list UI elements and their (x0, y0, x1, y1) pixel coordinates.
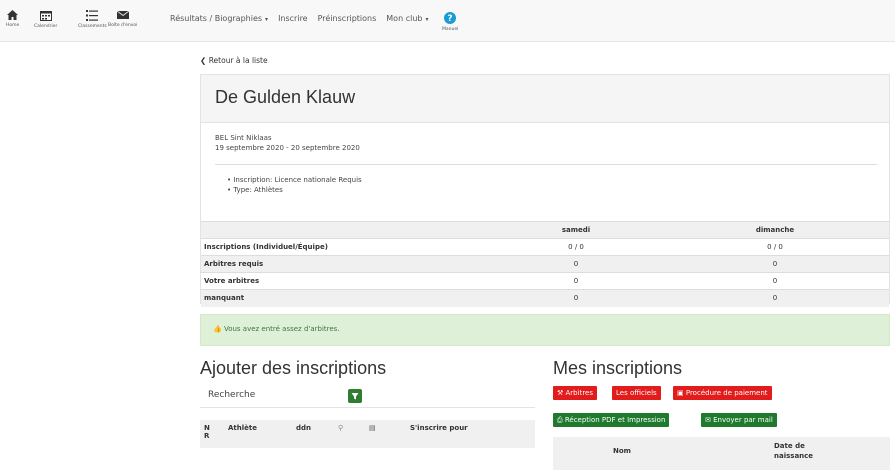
back-to-list-link[interactable]: ❮ Retour à la liste (200, 56, 268, 65)
competition-info: BEL Sint Niklaas 19 septembre 2020 - 20 … (215, 133, 360, 153)
cell-value: 0 (772, 260, 778, 268)
detail-item: • Type: Athlètes (227, 186, 283, 194)
column-header: N R (204, 424, 210, 440)
column-header: ddn (296, 424, 312, 432)
payment-procedure-button[interactable]: ▣ Procédure de paiement (673, 386, 772, 400)
divider (215, 164, 877, 165)
row-label: Votre arbitres (204, 277, 260, 285)
chevron-left-icon: ❮ (200, 56, 207, 65)
column-header: dimanche (755, 226, 795, 234)
caret-down-icon: ▾ (425, 16, 429, 23)
gender-icon: ⚲ (338, 424, 344, 432)
gavel-icon: ⚒ (557, 389, 564, 397)
envelope-icon: ✉ (705, 416, 711, 424)
detail-item: • Inscription: Licence nationale Requis (227, 176, 362, 184)
table-row: Arbitres requis 0 0 (201, 255, 889, 273)
help-icon: ? (444, 12, 457, 24)
cell-value: 0 (772, 277, 778, 285)
registrations-table-header: N R Athlète ddn ⚲ ▤ S'inscrire pour (200, 420, 535, 448)
my-registrations-title: Mes inscriptions (553, 358, 683, 378)
referees-button[interactable]: ⚒ Arbitres (553, 386, 597, 400)
send-mail-button[interactable]: ✉ Envoyer par mail (701, 413, 777, 427)
top-navbar: Home Calendrier Classements Boîte d'envo… (0, 0, 895, 42)
menu-register[interactable]: Inscrire (278, 14, 308, 23)
column-header: S'inscrire pour (410, 424, 468, 432)
pdf-print-button[interactable]: ⎙ Réception PDF et Impression (553, 413, 670, 427)
success-alert: 👍 Vous avez entré assez d'arbitres. (200, 314, 890, 346)
competition-details: • Inscription: Licence nationale Requis … (227, 175, 362, 195)
print-icon: ⎙ (557, 416, 563, 424)
cell-value: 0 (573, 294, 579, 303)
table-row: Votre arbitres 0 0 (201, 272, 889, 290)
column-header: Athlète (228, 424, 257, 432)
nav-home[interactable]: Home (6, 10, 19, 28)
panel-header: De Gulden Klauw (201, 75, 889, 123)
row-label: manquant (204, 294, 245, 303)
officials-count-table: samedi dimanche Inscriptions (Individuel… (201, 221, 889, 307)
list-icon (86, 10, 99, 21)
svg-text:?: ? (448, 14, 453, 24)
menu-results[interactable]: Résultats / Biographies ▾ (170, 14, 268, 23)
search-input[interactable]: Recherche (200, 386, 535, 408)
cell-value: 0 (772, 294, 778, 303)
nav-calendar[interactable]: Calendrier (34, 10, 57, 29)
column-header: Date de naissance (774, 442, 814, 460)
calendar-icon (39, 11, 52, 21)
column-header: Nom (613, 447, 631, 455)
thumbs-up-icon: 👍 (213, 325, 222, 333)
nav-outbox[interactable]: Boîte d'envoi (108, 10, 137, 28)
filter-icon (351, 393, 359, 400)
my-registrations-table-header: Nom Date de naissance (553, 437, 890, 470)
table-row: Inscriptions (Individuel/Équipe) 0 / 0 0… (201, 238, 889, 256)
envelope-icon (116, 10, 129, 19)
caret-down-icon: ▾ (265, 16, 269, 23)
main-menu: Résultats / Biographies ▾ Inscrire Préins… (170, 14, 428, 23)
add-registrations-title: Ajouter des inscriptions (200, 358, 387, 378)
officials-button[interactable]: Les officiels (612, 386, 661, 400)
row-label: Inscriptions (Individuel/Équipe) (204, 243, 328, 251)
cell-value: 0 / 0 (568, 243, 584, 251)
category-icon: ▤ (369, 424, 376, 432)
home-icon (7, 10, 19, 20)
competition-title: De Gulden Klauw (215, 87, 356, 107)
cell-value: 0 (573, 277, 579, 285)
nav-rankings[interactable]: Classements (78, 10, 107, 29)
competition-dates: 19 septembre 2020 - 20 septembre 2020 (215, 144, 360, 152)
cell-value: 0 (573, 260, 579, 268)
money-icon: ▣ (677, 389, 684, 397)
filter-button[interactable] (348, 389, 362, 403)
table-header-row: samedi dimanche (201, 221, 889, 239)
cell-value: 0 / 0 (767, 243, 783, 251)
row-label: Arbitres requis (204, 260, 264, 268)
table-row: manquant 0 0 (201, 289, 889, 307)
menu-preregistrations[interactable]: Préinscriptions (318, 14, 377, 23)
column-header: samedi (561, 226, 591, 234)
menu-my-club[interactable]: Mon club ▾ (386, 14, 428, 23)
competition-location: BEL Sint Niklaas (215, 134, 272, 142)
competition-panel: De Gulden Klauw BEL Sint Niklaas 19 sept… (200, 74, 890, 307)
nav-help[interactable]: ? Manuel (442, 12, 458, 32)
